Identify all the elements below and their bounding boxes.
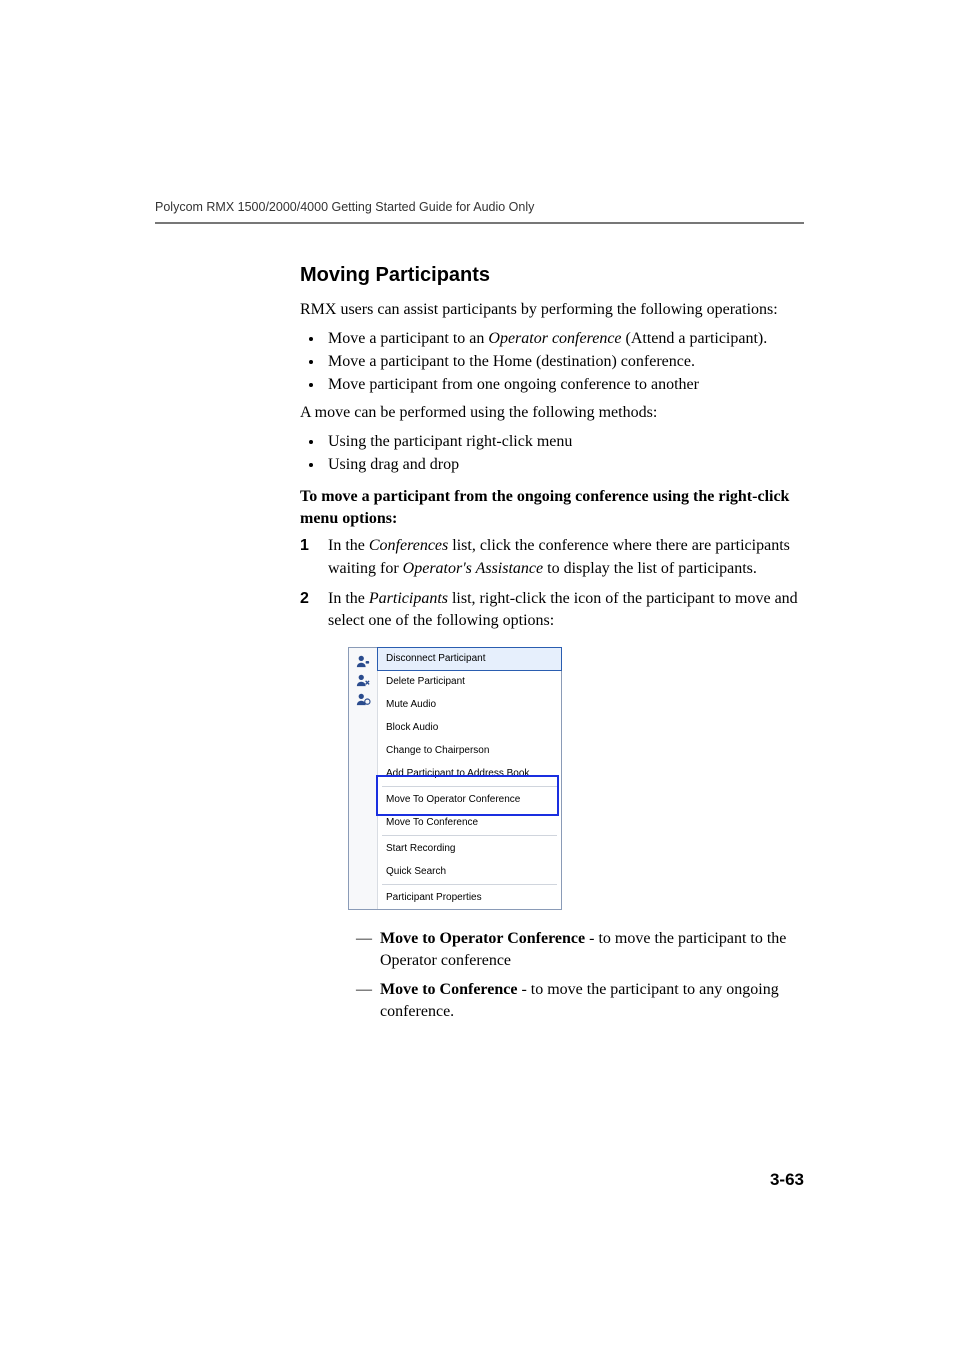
methods-intro: A move can be performed using the follow… bbox=[300, 402, 804, 424]
list-item: Move participant from one ongoing confer… bbox=[324, 373, 804, 396]
participant-icon bbox=[355, 654, 371, 668]
running-header: Polycom RMX 1500/2000/4000 Getting Start… bbox=[155, 200, 804, 214]
italic-text: Participants bbox=[369, 590, 448, 607]
callout-box bbox=[376, 775, 559, 816]
list-item: Using drag and drop bbox=[324, 453, 804, 476]
participant-mute-icon bbox=[355, 692, 371, 706]
menu-separator bbox=[382, 835, 557, 836]
italic-text: Operator's Assistance bbox=[403, 560, 543, 577]
intro-paragraph: RMX users can assist participants by per… bbox=[300, 299, 804, 321]
participant-delete-icon bbox=[355, 673, 371, 687]
list-item: Move to Conference - to move the partici… bbox=[356, 979, 804, 1024]
content-area: Moving Participants RMX users can assist… bbox=[300, 264, 804, 1023]
text: Move participant from one ongoing confer… bbox=[328, 376, 699, 393]
list-item: Using the participant right-click menu bbox=[324, 430, 804, 453]
steps-list: In the Conferences list, click the confe… bbox=[300, 535, 804, 1023]
menu-item-properties[interactable]: Participant Properties bbox=[378, 886, 561, 909]
text: Move a participant to an bbox=[328, 330, 488, 347]
text: In the bbox=[328, 590, 369, 607]
text: In the bbox=[328, 537, 369, 554]
option-name: Move to Operator Conference bbox=[380, 930, 585, 947]
menu-item-disconnect[interactable]: Disconnect Participant bbox=[377, 647, 562, 671]
text: Move a participant to the Home (destinat… bbox=[328, 353, 695, 370]
menu-item-delete[interactable]: Delete Participant bbox=[378, 670, 561, 693]
section-title: Moving Participants bbox=[300, 264, 804, 287]
menu-item-mute[interactable]: Mute Audio bbox=[378, 693, 561, 716]
option-name: Move to Conference bbox=[380, 981, 517, 998]
list-item: Move to Operator Conference - to move th… bbox=[356, 928, 804, 973]
options-list: Move to Operator Conference - to move th… bbox=[328, 928, 804, 1024]
context-menu-figure: Disconnect Participant Delete Participan… bbox=[328, 647, 804, 910]
menu-item-block[interactable]: Block Audio bbox=[378, 716, 561, 739]
italic-text: Conferences bbox=[369, 537, 448, 554]
list-item: Move a participant to the Home (destinat… bbox=[324, 350, 804, 373]
text: (Attend a participant). bbox=[622, 330, 768, 347]
menu-item-start-recording[interactable]: Start Recording bbox=[378, 837, 561, 860]
step-1: In the Conferences list, click the confe… bbox=[300, 535, 804, 580]
menu-icon-gutter bbox=[349, 648, 378, 909]
text: to display the list of participants. bbox=[543, 560, 757, 577]
operations-list: Move a participant to an Operator confer… bbox=[300, 327, 804, 397]
menu-item-chairperson[interactable]: Change to Chairperson bbox=[378, 739, 561, 762]
page: Polycom RMX 1500/2000/4000 Getting Start… bbox=[0, 0, 954, 1350]
menu-item-quick-search[interactable]: Quick Search bbox=[378, 860, 561, 883]
italic-text: Operator conference bbox=[488, 330, 621, 347]
page-number: 3-63 bbox=[770, 1170, 804, 1190]
methods-list: Using the participant right-click menu U… bbox=[300, 430, 804, 476]
procedure-heading: To move a participant from the ongoing c… bbox=[300, 486, 804, 529]
menu-separator bbox=[382, 884, 557, 885]
list-item: Move a participant to an Operator confer… bbox=[324, 327, 804, 350]
step-2: In the Participants list, right-click th… bbox=[300, 588, 804, 1023]
header-rule bbox=[155, 222, 804, 224]
